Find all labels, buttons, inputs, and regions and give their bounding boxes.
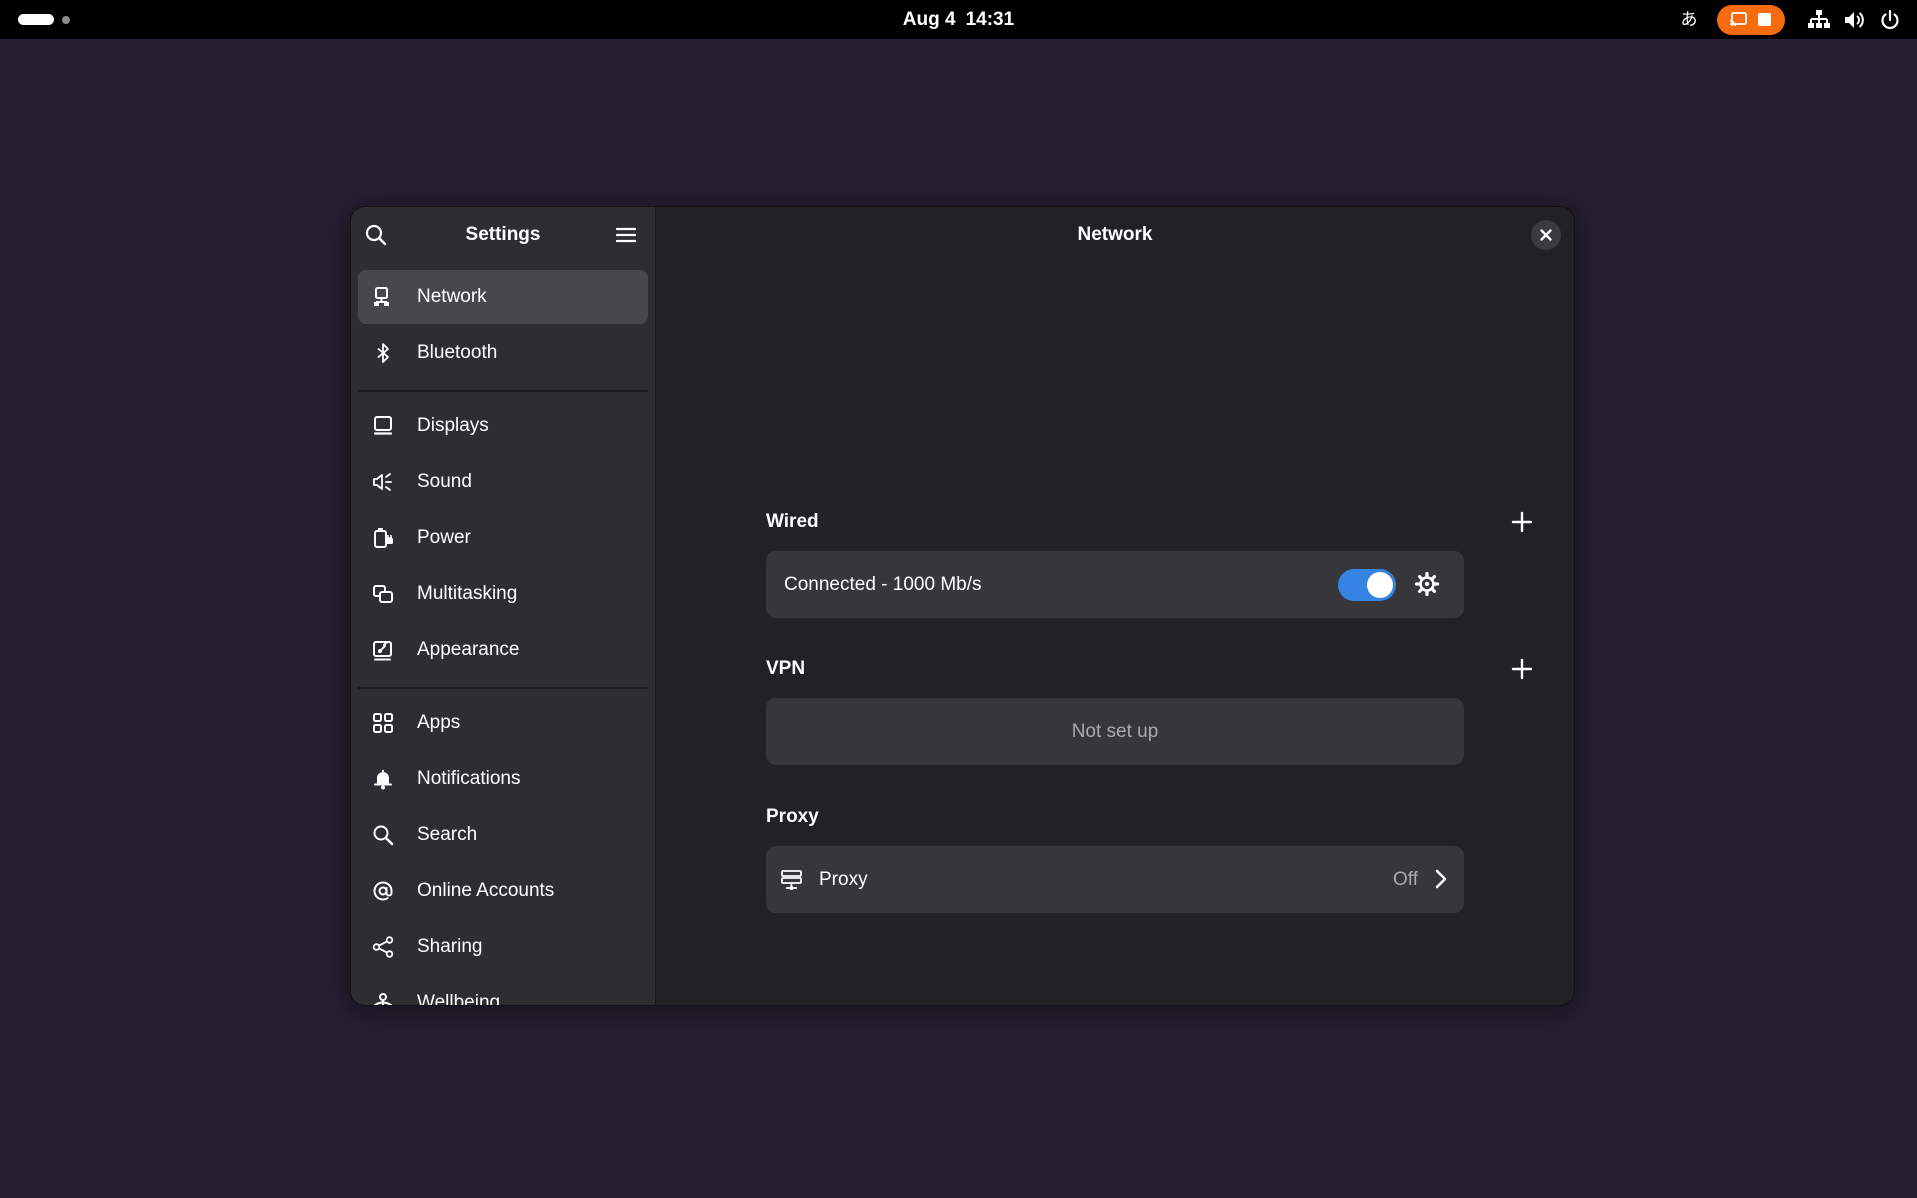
sidebar-item-label: Search bbox=[417, 824, 478, 845]
at-sign-icon bbox=[373, 881, 393, 901]
sidebar-item-label: Sharing bbox=[417, 936, 483, 957]
vpn-empty-text: Not set up bbox=[1071, 721, 1159, 742]
vpn-empty-row: Not set up bbox=[766, 698, 1464, 765]
apps-grid-icon bbox=[373, 713, 393, 733]
sidebar-item-displays[interactable]: Displays bbox=[358, 399, 648, 453]
settings-window: Settings Network Bluetooth Displays Soun… bbox=[351, 207, 1574, 1005]
sidebar-item-power[interactable]: Power bbox=[358, 511, 648, 565]
sidebar-item-label: Power bbox=[417, 527, 471, 548]
search-icon[interactable] bbox=[362, 221, 390, 249]
close-button[interactable] bbox=[1531, 220, 1561, 250]
sidebar-item-label: Apps bbox=[417, 712, 461, 733]
page-title: Network bbox=[1077, 224, 1153, 245]
sidebar-item-wellbeing[interactable]: Wellbeing bbox=[358, 976, 648, 1005]
wired-section-title: Wired bbox=[766, 511, 819, 532]
toggle-knob bbox=[1367, 572, 1393, 598]
wired-connection-row: Connected - 1000 Mb/s bbox=[766, 551, 1464, 618]
sidebar-item-search[interactable]: Search bbox=[358, 808, 648, 862]
proxy-icon bbox=[781, 870, 802, 890]
sidebar-item-appearance[interactable]: Appearance bbox=[358, 623, 648, 677]
sidebar-item-apps[interactable]: Apps bbox=[358, 696, 648, 750]
wellbeing-icon bbox=[374, 993, 392, 1005]
screencast-indicator[interactable] bbox=[1717, 5, 1785, 35]
input-method-icon[interactable]: あ bbox=[1677, 8, 1701, 32]
workspace-active-indicator bbox=[18, 14, 54, 25]
sidebar-item-label: Notifications bbox=[417, 768, 521, 789]
sidebar-item-notifications[interactable]: Notifications bbox=[358, 752, 648, 806]
power-plug-icon bbox=[374, 528, 393, 548]
wired-toggle-switch[interactable] bbox=[1338, 569, 1396, 601]
vpn-section-title: VPN bbox=[766, 658, 806, 679]
sidebar-item-label: Appearance bbox=[417, 639, 520, 660]
screencast-icon bbox=[1729, 12, 1747, 27]
clock-button[interactable]: Aug 4 14:31 bbox=[800, 0, 1117, 39]
sidebar-item-online-accounts[interactable]: Online Accounts bbox=[358, 864, 648, 918]
wired-network-icon[interactable] bbox=[1808, 9, 1830, 31]
chevron-right-icon bbox=[1435, 869, 1447, 889]
sidebar-item-label: Sound bbox=[417, 471, 472, 492]
settings-sidebar: Settings Network Bluetooth Displays Soun… bbox=[351, 207, 656, 1005]
sidebar-item-label: Network bbox=[417, 286, 487, 307]
add-vpn-button[interactable] bbox=[1510, 657, 1534, 681]
close-icon bbox=[1540, 229, 1552, 241]
display-icon bbox=[373, 416, 393, 435]
proxy-section-title: Proxy bbox=[766, 806, 819, 827]
sidebar-item-label: Bluetooth bbox=[417, 342, 498, 363]
sidebar-item-multitasking[interactable]: Multitasking bbox=[358, 567, 648, 621]
appearance-icon bbox=[373, 641, 392, 661]
multitasking-icon bbox=[373, 585, 393, 603]
sidebar-item-label: Wellbeing bbox=[417, 992, 501, 1005]
clock-time: 14:31 bbox=[965, 9, 1015, 30]
sidebar-item-sharing[interactable]: Sharing bbox=[358, 920, 648, 974]
activities-button[interactable] bbox=[18, 14, 76, 26]
sidebar-item-bluetooth[interactable]: Bluetooth bbox=[358, 326, 648, 380]
search-icon bbox=[373, 825, 394, 846]
share-icon bbox=[372, 936, 394, 958]
sidebar-item-network[interactable]: Network bbox=[358, 270, 648, 324]
hamburger-menu-icon[interactable] bbox=[612, 221, 640, 249]
sidebar-title: Settings bbox=[465, 224, 541, 245]
sidebar-separator bbox=[358, 687, 648, 689]
stop-recording-icon[interactable] bbox=[1758, 13, 1771, 26]
volume-icon[interactable] bbox=[1843, 9, 1865, 31]
add-wired-button[interactable] bbox=[1510, 510, 1534, 534]
proxy-status: Off bbox=[1393, 869, 1418, 890]
sidebar-separator bbox=[358, 390, 648, 392]
proxy-label: Proxy bbox=[819, 869, 868, 890]
wired-status: Connected - 1000 Mb/s bbox=[784, 574, 982, 595]
gear-icon[interactable] bbox=[1414, 571, 1440, 597]
top-bar: Aug 4 14:31 あ bbox=[0, 0, 1917, 39]
power-icon[interactable] bbox=[1879, 9, 1901, 31]
workspace-indicator bbox=[62, 16, 70, 24]
network-wired-icon bbox=[374, 287, 389, 306]
sidebar-item-label: Displays bbox=[417, 415, 489, 436]
sidebar-item-label: Online Accounts bbox=[417, 880, 555, 901]
bell-icon bbox=[374, 770, 392, 790]
sidebar-item-label: Multitasking bbox=[417, 583, 518, 604]
sound-icon bbox=[373, 473, 392, 491]
sidebar-header: Settings bbox=[351, 207, 655, 263]
bluetooth-icon bbox=[377, 343, 389, 363]
network-panel: Network Wired Connected - 1000 Mb/s VPN … bbox=[656, 207, 1574, 1005]
clock-date: Aug 4 bbox=[902, 9, 956, 30]
proxy-row[interactable]: Proxy Off bbox=[766, 846, 1464, 913]
sidebar-item-sound[interactable]: Sound bbox=[358, 455, 648, 509]
